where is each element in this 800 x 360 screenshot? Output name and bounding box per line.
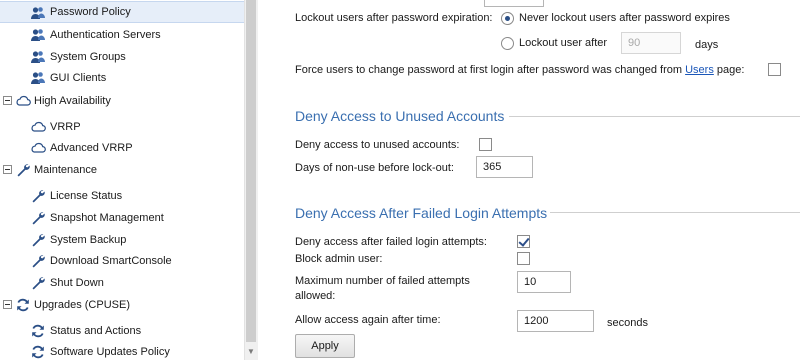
collapse-toggle[interactable] — [3, 96, 12, 105]
sidebar-scrollbar-thumb[interactable] — [246, 0, 256, 342]
unused-accounts-section-title: Deny Access to Unused Accounts — [295, 108, 505, 124]
sidebar-item-label: GUI Clients — [50, 72, 107, 84]
users-icon — [30, 70, 46, 86]
password-policy-panel: Lockout users after password expiration:… — [258, 0, 800, 360]
sidebar-item-password-policy[interactable]: Password Policy — [0, 1, 244, 23]
sidebar-item-label: Authentication Servers — [50, 29, 161, 41]
sidebar-item-label: Shut Down — [50, 277, 104, 289]
sidebar-item-upgrades-cpuse[interactable]: Upgrades (CPUSE) — [0, 294, 244, 316]
users-icon — [30, 49, 46, 65]
force-change-password-checkbox[interactable] — [768, 63, 781, 76]
sidebar-item-label: System Groups — [50, 51, 126, 63]
days-non-use-label: Days of non-use before lock-out: — [295, 162, 454, 174]
users-icon — [30, 27, 46, 43]
allow-access-again-field[interactable]: 1200 — [517, 310, 594, 332]
sidebar-item-label: Status and Actions — [50, 325, 142, 337]
sidebar-tree: Password Policy Authentication Servers S… — [0, 0, 244, 360]
wrench-icon — [30, 253, 46, 269]
scroll-down-arrow-icon[interactable]: ▼ — [246, 347, 256, 357]
seconds-label: seconds — [607, 317, 648, 329]
sidebar-item-label: Advanced VRRP — [50, 142, 133, 154]
sidebar-item-snapshot-management[interactable]: Snapshot Management — [0, 207, 244, 229]
lockout-after-radio[interactable] — [501, 37, 514, 50]
wrench-icon — [30, 275, 46, 291]
sidebar-item-system-backup[interactable]: System Backup — [0, 229, 244, 251]
sidebar-item-shut-down[interactable]: Shut Down — [0, 272, 244, 294]
sidebar-item-label: Software Updates Policy — [50, 346, 170, 358]
users-icon — [30, 5, 46, 21]
sidebar-item-label: Password Policy — [50, 6, 131, 18]
max-failed-attempts-field[interactable]: 10 — [517, 271, 571, 293]
sidebar-item-maintenance[interactable]: Maintenance — [0, 159, 244, 181]
sidebar-item-label: Upgrades (CPUSE) — [34, 299, 130, 311]
sidebar-item-label: License Status — [50, 190, 123, 202]
collapse-toggle[interactable] — [3, 165, 12, 174]
sidebar-item-vrrp[interactable]: VRRP — [0, 116, 244, 138]
allow-access-again-label: Allow access again after time: — [295, 314, 441, 326]
lockout-after-days-field[interactable]: 90 — [621, 32, 681, 54]
block-admin-checkbox[interactable] — [517, 252, 530, 265]
refresh-icon — [15, 297, 31, 313]
collapse-toggle[interactable] — [3, 300, 12, 309]
failed-login-section-title: Deny Access After Failed Login Attempts — [295, 205, 548, 221]
sidebar-item-status-and-actions[interactable]: Status and Actions — [0, 320, 244, 342]
cloud-icon — [30, 140, 46, 156]
max-failed-attempts-label-2: allowed: — [295, 290, 336, 302]
deny-failed-login-checkbox[interactable] — [517, 235, 530, 248]
days-non-use-field[interactable]: 365 — [476, 156, 533, 178]
refresh-icon — [30, 323, 46, 339]
users-page-link[interactable]: Users — [685, 64, 714, 76]
sidebar-item-authentication-servers[interactable]: Authentication Servers — [0, 24, 244, 46]
sidebar-item-label: Snapshot Management — [50, 212, 164, 224]
sidebar-item-label: System Backup — [50, 234, 127, 246]
sidebar-item-label: Download SmartConsole — [50, 255, 172, 267]
wrench-icon — [30, 232, 46, 248]
cloud-icon — [15, 93, 31, 109]
wrench-icon — [15, 162, 31, 178]
wrench-icon — [30, 210, 46, 226]
never-lockout-label: Never lockout users after password expir… — [519, 12, 730, 24]
sidebar-item-system-groups[interactable]: System Groups — [0, 46, 244, 68]
section-divider — [509, 116, 800, 117]
sidebar-item-gui-clients[interactable]: GUI Clients — [0, 67, 244, 89]
lockout-after-label: Lockout user after — [519, 37, 608, 49]
password-history-field[interactable] — [484, 0, 544, 7]
never-lockout-radio[interactable] — [501, 12, 514, 25]
deny-failed-login-label: Deny access after failed login attempts: — [295, 236, 487, 248]
refresh-icon — [30, 344, 46, 360]
sidebar-item-license-status[interactable]: License Status — [0, 185, 244, 207]
block-admin-label: Block admin user: — [295, 253, 383, 265]
sidebar-item-label: Maintenance — [34, 164, 97, 176]
cloud-icon — [30, 119, 46, 135]
sidebar-item-download-smartconsole[interactable]: Download SmartConsole — [0, 250, 244, 272]
sidebar-item-label: High Availability — [34, 95, 111, 107]
deny-unused-checkbox[interactable] — [479, 138, 492, 151]
apply-button[interactable]: Apply — [295, 334, 355, 358]
wrench-icon — [30, 188, 46, 204]
max-failed-attempts-label: Maximum number of failed attempts — [295, 275, 470, 287]
force-change-password-label: Force users to change password at first … — [295, 64, 745, 76]
sidebar-item-advanced-vrrp[interactable]: Advanced VRRP — [0, 137, 244, 159]
sidebar-item-label: VRRP — [50, 121, 81, 133]
deny-unused-label: Deny access to unused accounts: — [295, 139, 460, 151]
days-label: days — [695, 39, 719, 51]
section-divider — [550, 212, 800, 213]
lockout-after-expiration-label: Lockout users after password expiration: — [295, 12, 493, 24]
sidebar-item-software-updates-policy[interactable]: Software Updates Policy — [0, 341, 244, 360]
sidebar-item-high-availability[interactable]: High Availability — [0, 90, 244, 112]
